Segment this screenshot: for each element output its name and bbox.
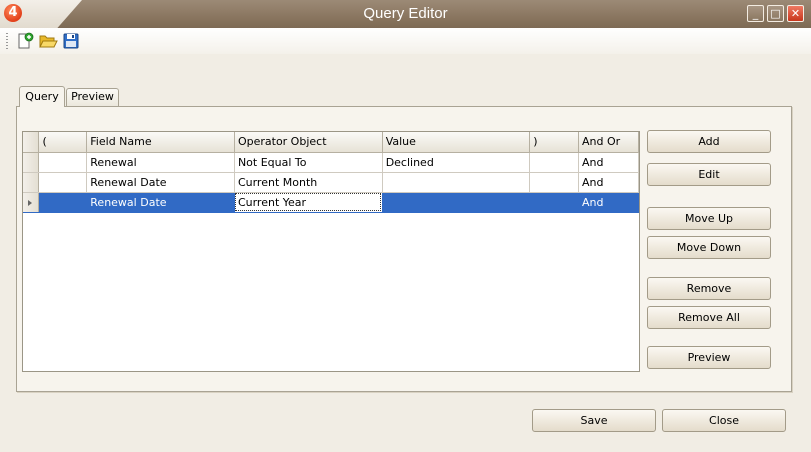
- cell-value[interactable]: [382, 172, 531, 193]
- toolbar-grip[interactable]: [6, 33, 8, 49]
- cell-and-or[interactable]: And: [578, 152, 639, 173]
- tab-preview[interactable]: Preview: [66, 88, 119, 106]
- column-header-and-or[interactable]: And Or: [578, 132, 639, 153]
- table-row[interactable]: Renewal Date Current Month And: [23, 172, 639, 193]
- row-selector[interactable]: [23, 172, 40, 193]
- cell-value[interactable]: Declined: [382, 152, 531, 173]
- row-selector[interactable]: [23, 152, 40, 173]
- cell-open-paren[interactable]: [38, 172, 88, 193]
- toolbar: [0, 28, 811, 54]
- move-down-button[interactable]: Move Down: [647, 236, 771, 259]
- add-button[interactable]: Add: [647, 130, 771, 153]
- query-conditions-grid[interactable]: ( Field Name Operator Object Value ) And…: [22, 131, 640, 372]
- column-header-close-paren[interactable]: ): [529, 132, 580, 153]
- grid-header-row: ( Field Name Operator Object Value ) And…: [23, 132, 639, 153]
- column-header-field-name[interactable]: Field Name: [86, 132, 235, 153]
- edit-button[interactable]: Edit: [647, 163, 771, 186]
- cell-value[interactable]: [382, 192, 531, 213]
- window-title: Query Editor: [363, 5, 448, 22]
- cell-open-paren[interactable]: [38, 192, 88, 213]
- preview-button[interactable]: Preview: [647, 346, 771, 369]
- column-header-open-paren[interactable]: (: [38, 132, 88, 153]
- new-document-icon[interactable]: [15, 31, 35, 51]
- query-editor-window: 4 Query Editor _ □ ✕ Query Preview (Fie…: [0, 0, 811, 452]
- remove-button[interactable]: Remove: [647, 277, 771, 300]
- floppy-disk-icon[interactable]: [61, 31, 81, 51]
- column-header-value[interactable]: Value: [382, 132, 531, 153]
- row-header-corner: [23, 132, 40, 153]
- table-row[interactable]: Renewal Not Equal To Declined And: [23, 152, 639, 173]
- title-bar[interactable]: 4 Query Editor _ □ ✕: [0, 0, 811, 28]
- maximize-button[interactable]: □: [767, 5, 784, 22]
- cell-field-name[interactable]: Renewal: [86, 152, 235, 173]
- cell-field-name[interactable]: Renewal Date: [86, 192, 235, 213]
- cell-close-paren[interactable]: [529, 172, 580, 193]
- minimize-button[interactable]: _: [747, 5, 764, 22]
- table-row-selected[interactable]: Renewal Date Current Year And: [23, 192, 639, 213]
- column-header-operator-object[interactable]: Operator Object: [234, 132, 383, 153]
- tab-query[interactable]: Query: [19, 86, 65, 107]
- move-up-button[interactable]: Move Up: [647, 207, 771, 230]
- cell-operator[interactable]: Current Month: [234, 172, 383, 193]
- cell-and-or[interactable]: And: [578, 172, 639, 193]
- cell-close-paren[interactable]: [529, 152, 580, 173]
- cell-operator[interactable]: Current Year: [234, 192, 383, 213]
- save-button[interactable]: Save: [532, 409, 656, 432]
- remove-all-button[interactable]: Remove All: [647, 306, 771, 329]
- cell-and-or[interactable]: And: [578, 192, 639, 213]
- cell-open-paren[interactable]: [38, 152, 88, 173]
- close-button[interactable]: Close: [662, 409, 786, 432]
- cell-operator[interactable]: Not Equal To: [234, 152, 383, 173]
- folder-open-icon[interactable]: [38, 31, 58, 51]
- close-window-button[interactable]: ✕: [787, 5, 804, 22]
- cell-close-paren[interactable]: [529, 192, 580, 213]
- current-row-arrow-icon: [28, 199, 32, 206]
- row-selector[interactable]: [23, 192, 40, 213]
- cell-field-name[interactable]: Renewal Date: [86, 172, 235, 193]
